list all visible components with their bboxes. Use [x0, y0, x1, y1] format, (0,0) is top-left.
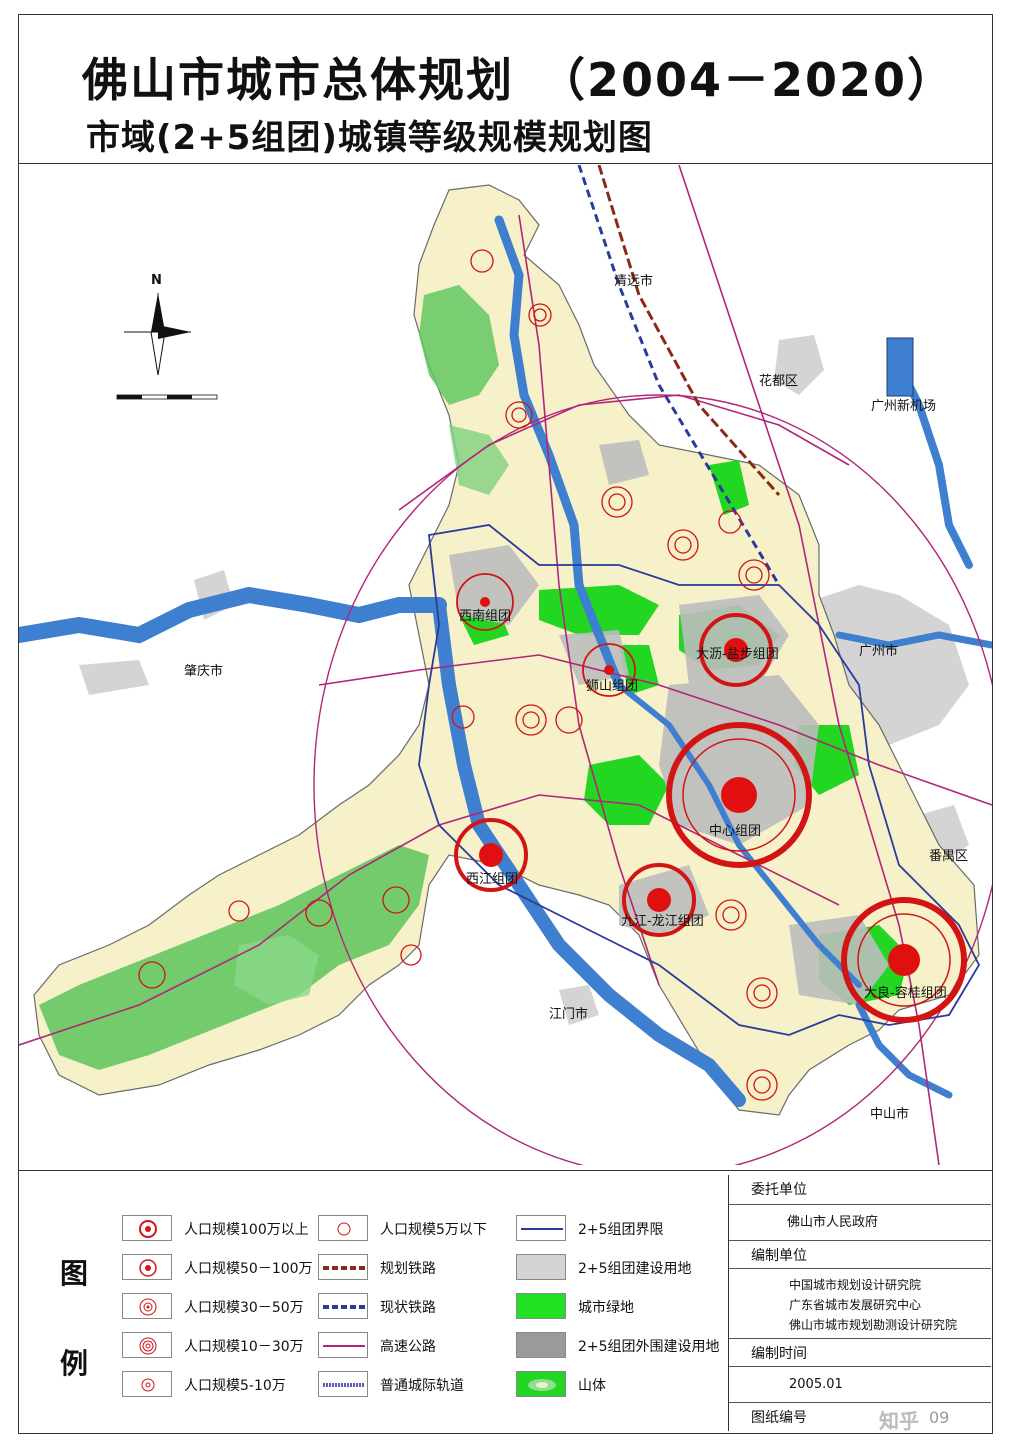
info-panel: 委托单位 佛山市人民政府 编制单位 中国城市规划设计研究院 广东省城市发展研究中…	[728, 1175, 991, 1433]
expressway-icon	[318, 1332, 368, 1358]
outer-land-icon	[516, 1332, 566, 1358]
label-dali-cluster: 大沥-盐步组团	[696, 647, 779, 662]
label-zhaoqing: 肇庆市	[184, 663, 223, 679]
jiujiang-cluster-dot	[647, 888, 671, 912]
planned-railway-icon	[318, 1254, 368, 1280]
label-zhongshan: 中山市	[870, 1106, 909, 1122]
city-100w-icon	[122, 1215, 172, 1241]
north-label: N	[151, 273, 162, 288]
scale-bar-segment-2	[167, 395, 192, 399]
existing-railway-icon	[318, 1293, 368, 1319]
label-panyu: 番禺区	[929, 849, 968, 864]
planning-map[interactable]: N 清远市 花都区 广州新机场 肇庆市 广州市 番禺区 江门市 中山市 西南组团…	[19, 165, 992, 1165]
title-block: 佛山市城市总体规划 （2004－2020） 市域(2+5组团)城镇等级规模规划图	[18, 14, 993, 164]
legend-label: 2+5组团界限	[578, 1222, 664, 1238]
date-value: 2005.01	[789, 1377, 843, 1392]
client-value: 佛山市人民政府	[787, 1215, 879, 1230]
legend-label: 人口规模50－100万	[184, 1261, 313, 1277]
xijiang-cluster-dot	[479, 843, 503, 867]
city-5w-icon	[122, 1371, 172, 1397]
cluster-land-icon	[516, 1254, 566, 1280]
date-label-row: 编制时间	[729, 1339, 991, 1367]
sheet-number: 09	[929, 1408, 950, 1427]
label-center-cluster: 中心组团	[709, 824, 761, 839]
xinan-cluster-dot	[480, 597, 490, 607]
legend-label: 2+5组团外围建设用地	[578, 1339, 720, 1355]
maker-label-row: 编制单位	[729, 1241, 991, 1269]
page-title: 佛山市城市总体规划 （2004－2020）	[82, 53, 956, 107]
label-guangzhou: 广州市	[859, 643, 898, 659]
legend-label: 高速公路	[380, 1339, 436, 1355]
sheet-row: 图纸编号 知乎 09	[729, 1403, 991, 1433]
client-label-row: 委托单位	[729, 1175, 991, 1205]
label-ronggui-cluster: 大良-容桂组团	[864, 985, 947, 1001]
shishan-cluster-dot	[604, 665, 614, 675]
date-label: 编制时间	[751, 1346, 807, 1362]
city-50w-icon	[122, 1254, 172, 1280]
city-30w-icon	[122, 1293, 172, 1319]
sheet-label: 图纸编号	[751, 1410, 807, 1426]
ronggui-cluster-dot	[888, 944, 920, 976]
label-qingyuan: 清远市	[614, 273, 653, 289]
label-shishan-cluster: 狮山组团	[586, 679, 638, 694]
legend-label: 规划铁路	[380, 1261, 436, 1277]
town-icon	[318, 1215, 368, 1241]
date-row: 2005.01	[729, 1367, 991, 1403]
legend-label: 人口规模100万以上	[184, 1222, 309, 1238]
green-space-icon	[516, 1293, 566, 1319]
page-subtitle: 市域(2+5组团)城镇等级规模规划图	[86, 118, 653, 158]
airport-runway-icon	[886, 337, 914, 397]
cluster-boundary-icon	[516, 1215, 566, 1241]
label-jiujiang-cluster: 九江-龙江组团	[621, 914, 704, 929]
maker-value-1: 中国城市规划设计研究院	[789, 1278, 922, 1292]
legend-label: 普通城际轨道	[380, 1378, 464, 1394]
scale-bar-segment-1	[117, 395, 142, 399]
mountain-icon	[516, 1371, 566, 1397]
center-cluster-dot	[721, 777, 757, 813]
label-jiangmen: 江门市	[549, 1006, 588, 1022]
legend-label: 人口规模5万以下	[380, 1222, 487, 1238]
maker-value-3: 佛山市城市规划勘测设计研究院	[789, 1318, 958, 1332]
client-row: 佛山市人民政府	[729, 1205, 991, 1241]
map-canvas: N 清远市 花都区 广州新机场 肇庆市 广州市 番禺区 江门市 中山市 西南组团…	[19, 165, 992, 1165]
legend-label: 人口规模5-10万	[184, 1378, 286, 1394]
legend-label: 山体	[578, 1378, 606, 1394]
maker-row: 中国城市规划设计研究院 广东省城市发展研究中心 佛山市城市规划勘测设计研究院	[729, 1269, 991, 1339]
legend-label: 城市绿地	[578, 1300, 634, 1316]
intercity-rail-icon	[318, 1371, 368, 1397]
legend-label: 人口规模10－30万	[184, 1339, 304, 1355]
legend-label: 现状铁路	[380, 1300, 436, 1316]
client-label: 委托单位	[751, 1182, 807, 1198]
watermark-text: 知乎	[879, 1409, 919, 1433]
legend-heading-2: 例	[59, 1347, 88, 1380]
label-huadu: 花都区	[759, 373, 798, 389]
scale-bar	[116, 394, 218, 400]
legend-label: 2+5组团建设用地	[578, 1261, 692, 1277]
legend-heading-1: 图	[59, 1257, 88, 1290]
city-10w-icon	[122, 1332, 172, 1358]
maker-label: 编制单位	[751, 1248, 807, 1264]
label-xijiang-cluster: 西江组团	[466, 872, 518, 887]
label-xinan-cluster: 西南组团	[459, 608, 511, 624]
maker-value-2: 广东省城市发展研究中心	[789, 1298, 922, 1312]
label-airport: 广州新机场	[871, 398, 936, 414]
legend-label: 人口规模30－50万	[184, 1300, 304, 1316]
